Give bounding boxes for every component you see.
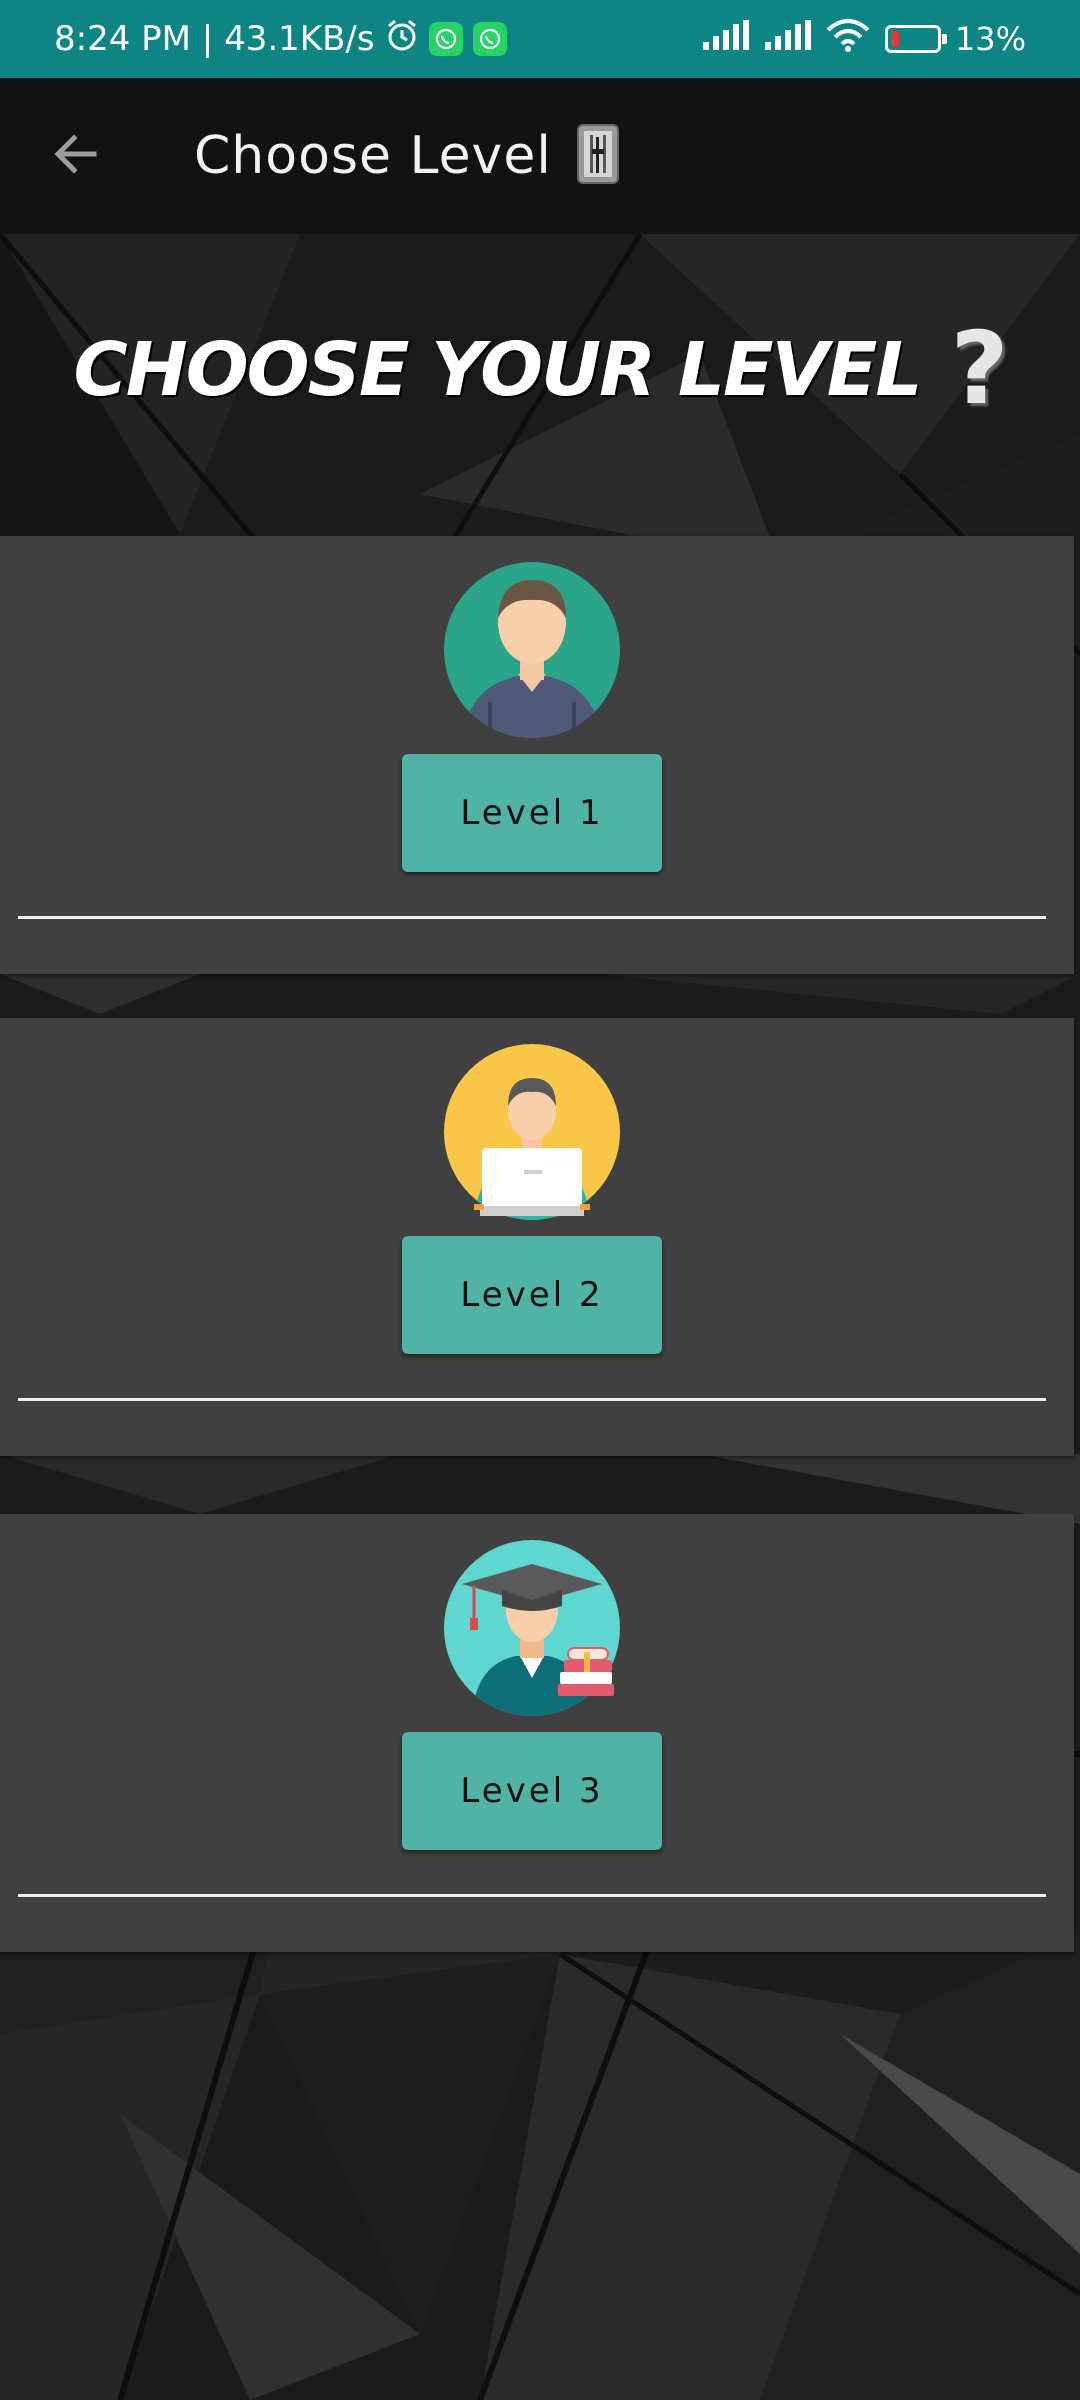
status-right: 13% [701, 18, 1026, 60]
battery-icon [884, 25, 947, 53]
wifi-icon [825, 18, 871, 60]
person-laptop-avatar-icon [444, 1044, 620, 1220]
level-3-button[interactable]: Level 3 [402, 1732, 662, 1850]
divider [18, 1398, 1046, 1401]
level-card-2: Level 2 [0, 1018, 1074, 1456]
whatsapp-icon [428, 22, 463, 56]
status-time-speed: 8:24 PM | 43.1KB/s [54, 19, 375, 59]
question-mark-icon: ? [950, 310, 1009, 427]
arrow-back-icon [50, 128, 102, 184]
page-title: Choose Level [194, 126, 552, 186]
alarm-icon [385, 18, 419, 61]
graduate-avatar-icon [444, 1540, 620, 1716]
status-left: 8:24 PM | 43.1KB/s [54, 18, 507, 61]
level-2-button[interactable]: Level 2 [402, 1236, 662, 1354]
choose-level-heading: CHOOSE YOUR LEVEL? [0, 310, 1080, 427]
level-card-1: Level 1 [0, 536, 1074, 974]
level-1-button[interactable]: Level 1 [402, 754, 662, 872]
heading-text: CHOOSE YOUR LEVEL [73, 327, 922, 413]
status-bar: 8:24 PM | 43.1KB/s 13% [0, 0, 1080, 78]
divider [18, 916, 1046, 919]
person-avatar-icon [444, 562, 620, 738]
level-slider-icon [576, 123, 620, 189]
battery-percent: 13% [954, 20, 1026, 58]
divider [18, 1894, 1046, 1897]
whatsapp-icon [472, 22, 507, 56]
level-card-3: Level 3 [0, 1514, 1074, 1952]
signal-icon [763, 20, 811, 58]
back-button[interactable] [36, 116, 116, 196]
signal-icon [701, 20, 749, 58]
app-bar: Choose Level [0, 78, 1080, 234]
